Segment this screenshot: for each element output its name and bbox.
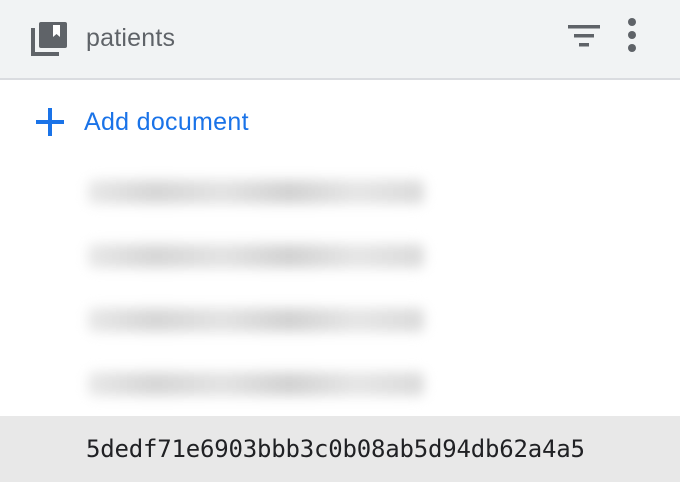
filter-icon <box>566 23 602 54</box>
collection-icon <box>30 21 68 57</box>
document-list: 5dedf71e6903bbb3c0b08ab5d94db62a4a5 <box>0 160 680 482</box>
collection-header: patients <box>0 0 680 80</box>
more-options-button[interactable] <box>616 14 648 60</box>
redacted-document-id <box>88 244 424 268</box>
plus-icon <box>30 102 70 142</box>
document-row-selected[interactable]: 5dedf71e6903bbb3c0b08ab5d94db62a4a5 <box>0 416 680 482</box>
add-document-button[interactable]: Add document <box>30 102 249 142</box>
add-document-label: Add document <box>84 107 249 136</box>
document-row[interactable] <box>0 160 680 224</box>
document-row[interactable] <box>0 288 680 352</box>
redacted-document-id <box>88 308 424 332</box>
document-row[interactable] <box>0 224 680 288</box>
collection-title: patients <box>86 24 176 52</box>
collection-panel: patients Add document 5dedf71e6903bbb3c0… <box>0 0 680 500</box>
filter-button[interactable] <box>562 20 606 56</box>
more-vert-icon <box>626 17 638 58</box>
redacted-document-id <box>88 180 424 204</box>
document-id: 5dedf71e6903bbb3c0b08ab5d94db62a4a5 <box>86 435 585 463</box>
document-row[interactable] <box>0 352 680 416</box>
redacted-document-id <box>88 372 424 396</box>
